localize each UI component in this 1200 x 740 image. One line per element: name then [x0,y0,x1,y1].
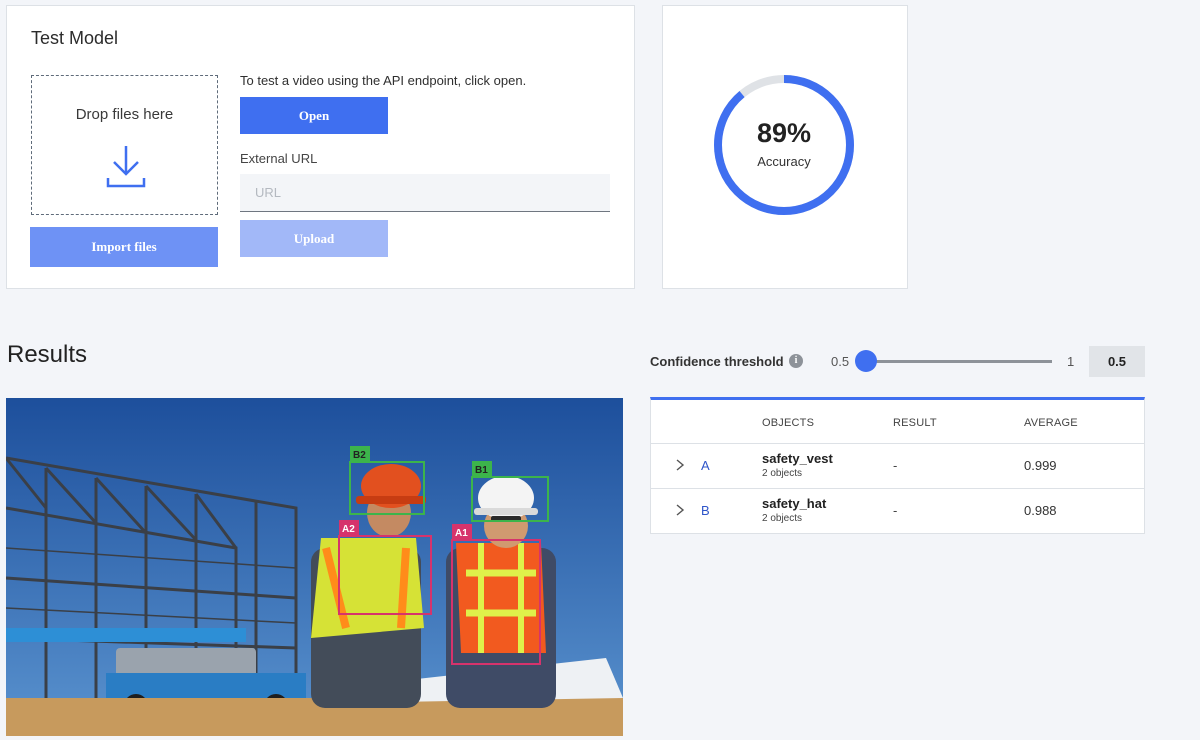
results-table: OBJECTS RESULT AVERAGE A safety_vest 2 o… [650,397,1145,534]
threshold-value-input[interactable]: 0.5 [1089,346,1145,377]
header-result: RESULT [893,417,937,429]
row-object: safety_vest [762,451,833,466]
chevron-right-icon[interactable] [675,458,685,472]
accuracy-label: Accuracy [757,154,811,169]
confidence-threshold-label: Confidence threshold [650,354,784,369]
import-files-button[interactable]: Import files [30,227,218,267]
file-dropzone[interactable]: Drop files here [31,75,218,215]
test-model-card: Test Model Drop files here Import files … [6,5,635,289]
result-image: B2 B1 A2 A1 [6,398,623,736]
chevron-right-icon[interactable] [675,503,685,517]
row-id: B [701,503,710,518]
api-help-text: To test a video using the API endpoint, … [240,73,527,88]
download-icon [106,146,146,188]
row-id: A [701,458,710,473]
accuracy-gauge: 89% Accuracy [711,72,857,218]
open-button[interactable]: Open [240,97,388,134]
header-average: AVERAGE [1024,417,1078,429]
upload-button[interactable]: Upload [240,220,388,257]
table-row[interactable]: B safety_hat 2 objects - 0.988 [651,488,1144,533]
row-average: 0.999 [1024,458,1057,473]
row-average: 0.988 [1024,503,1057,518]
info-icon[interactable]: i [789,354,803,368]
row-result: - [893,503,898,518]
detection-scene: B2 B1 A2 A1 [6,398,623,736]
row-object: safety_hat [762,496,827,511]
slider-min-label: 0.5 [831,354,850,369]
slider-max-label: 1 [1067,354,1075,369]
external-url-label: External URL [240,151,318,166]
dropzone-text: Drop files here [75,106,174,123]
results-title: Results [7,341,88,368]
row-count: 2 objects [762,513,803,524]
accuracy-card: 89% Accuracy [662,5,908,289]
svg-text:B1: B1 [475,465,488,476]
test-model-title: Test Model [31,28,119,48]
table-row[interactable]: A safety_vest 2 objects - 0.999 [651,443,1144,488]
external-url-input[interactable] [240,174,610,212]
threshold-slider-track[interactable] [866,360,1052,363]
threshold-slider-handle[interactable] [855,350,877,372]
header-objects: OBJECTS [762,417,815,429]
accuracy-value: 89% [756,118,812,148]
row-result: - [893,458,898,473]
svg-text:B2: B2 [353,450,366,461]
svg-text:A2: A2 [342,524,355,535]
lift-arm [6,628,246,642]
svg-text:A1: A1 [455,528,468,539]
row-count: 2 objects [762,468,803,479]
